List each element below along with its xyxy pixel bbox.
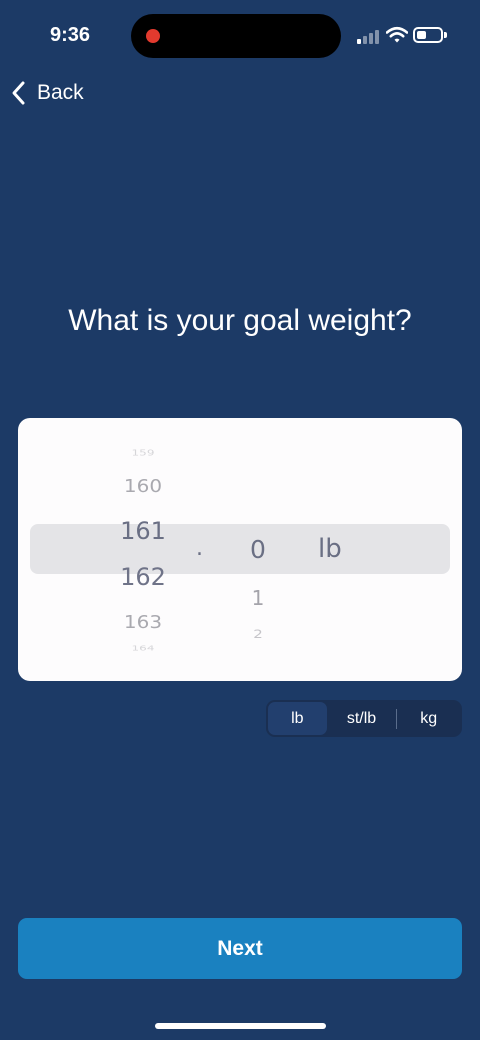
unit-option-kg[interactable]: kg: [397, 702, 460, 735]
unit-label: lb: [318, 534, 342, 564]
back-button[interactable]: Back: [10, 78, 84, 108]
decimal-separator: .: [196, 536, 203, 561]
goal-weight-screen: 9:36 Back What is your goal weight? 159 …: [0, 0, 480, 1040]
battery-icon: [413, 27, 443, 43]
wheel-option[interactable]: 1: [218, 586, 298, 610]
unit-option-lb[interactable]: lb: [268, 702, 327, 735]
wheel-option[interactable]: 160: [93, 475, 193, 496]
unit-option-st-lb[interactable]: st/lb: [327, 702, 397, 735]
dynamic-island: [131, 14, 341, 58]
next-button[interactable]: Next: [18, 918, 462, 979]
back-label: Back: [37, 81, 84, 104]
home-indicator: [155, 1023, 326, 1029]
wheel-option[interactable]: 162: [93, 563, 193, 591]
unit-segmented-control[interactable]: lb st/lb kg: [266, 700, 462, 737]
wifi-icon: [386, 26, 408, 43]
recording-indicator-icon: [146, 29, 160, 43]
wheel-option[interactable]: 164: [93, 644, 193, 652]
status-time: 9:36: [50, 24, 91, 46]
chevron-left-icon: [12, 81, 25, 105]
battery-cap: [444, 32, 447, 38]
wheel-option[interactable]: 2: [218, 627, 298, 641]
weight-picker[interactable]: 159 160 161 162 163 164 . 0 1 2 lb: [18, 418, 462, 681]
wheel-option[interactable]: 163: [93, 611, 193, 632]
wheel-option-selected[interactable]: 161: [93, 517, 193, 545]
page-title: What is your goal weight?: [68, 304, 412, 337]
wheel-option[interactable]: 159: [93, 448, 193, 457]
integer-wheel[interactable]: 159 160 161 162 163 164: [93, 418, 193, 681]
cellular-signal-icon: [357, 28, 381, 44]
decimal-wheel[interactable]: 0 1 2: [218, 418, 298, 681]
wheel-option-selected[interactable]: 0: [218, 535, 298, 564]
